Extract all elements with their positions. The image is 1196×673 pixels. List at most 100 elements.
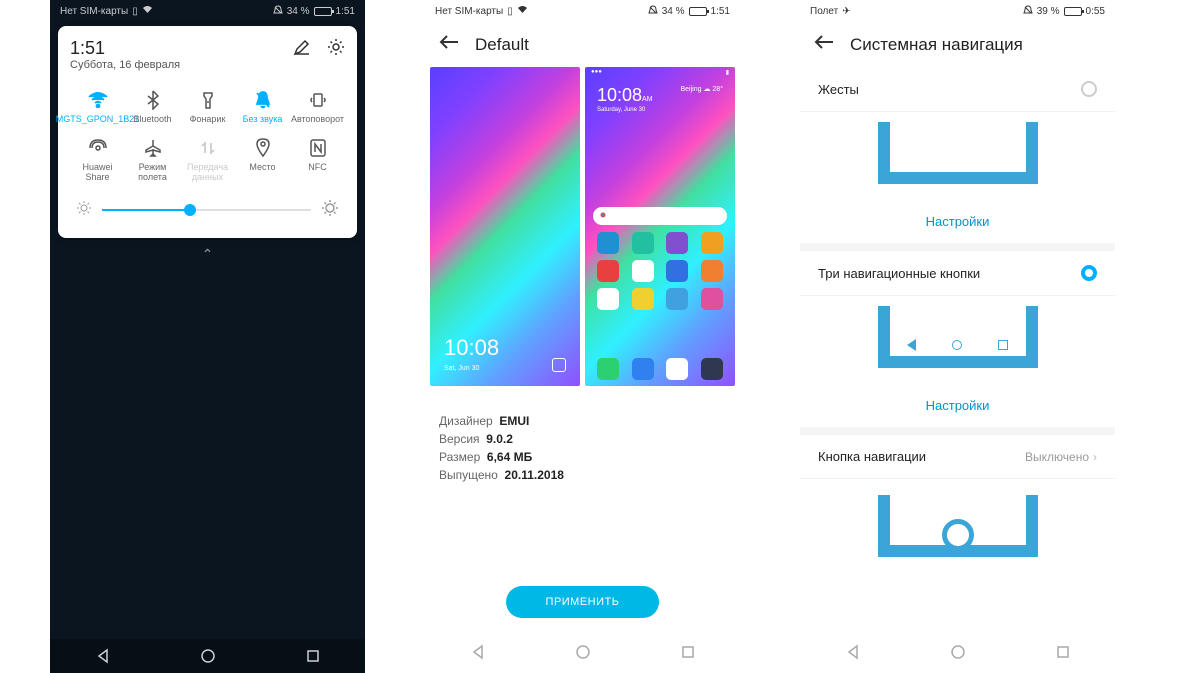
app-music[interactable]: Музыка (238, 436, 282, 493)
tile-label: Автоповорот (291, 115, 344, 125)
qs-time: 1:51 (70, 38, 180, 59)
status-bar: Нет SIM-карты▯ 34 %1:51 (425, 0, 740, 22)
status-time: 1:51 (336, 6, 355, 17)
back-button[interactable] (814, 34, 834, 55)
nav-recent-icon (998, 340, 1008, 350)
battery-pct: 34 % (287, 6, 310, 17)
location-icon (252, 137, 274, 159)
battery-icon (689, 7, 707, 16)
preview-lockscreen[interactable]: 10:08 Sat, Jun 30 (430, 67, 580, 386)
flashlight-icon (197, 89, 219, 111)
apply-button[interactable]: ПРИМЕНИТЬ (506, 586, 660, 618)
bluetooth-icon (142, 89, 164, 111)
app-phone-manager[interactable]: Диспетчер телефона (71, 436, 159, 493)
page-header: Системная навигация (800, 22, 1115, 67)
app-gallery[interactable]: Галерея (295, 505, 339, 562)
theme-info: Дизайнер EMUI Версия 9.0.2 Размер 6,64 М… (425, 386, 740, 510)
status-bar: Нет SIM-карты ▯ 34 % 1:51 (50, 0, 365, 22)
dock-camera[interactable] (295, 591, 339, 635)
dock-phone[interactable] (76, 591, 120, 635)
battery-icon (314, 7, 332, 16)
preview-homescreen[interactable]: ●●●▮ 10:08AM Saturday, June 30 Beijing ☁… (585, 67, 735, 386)
tile-bluetooth[interactable]: Bluetooth (125, 83, 180, 131)
back-button[interactable] (439, 34, 459, 55)
status-bar: Полет✈ 39 %0:55 (800, 0, 1115, 22)
tile-autorotate[interactable]: Автоповорот (290, 83, 345, 131)
lock-date: Sat, Jun 30 (444, 365, 479, 372)
nav-button-preview (878, 495, 1038, 575)
dock-messages[interactable] (149, 591, 193, 635)
tile-mute[interactable]: Без звука (235, 83, 290, 131)
nav-back[interactable] (470, 644, 486, 665)
phone-quick-settings: Нет SIM-карты ▯ 34 % 1:51 1:51 Суббота, … (50, 0, 365, 673)
option-nav-button[interactable]: Кнопка навигации Выключено› (800, 435, 1115, 479)
tile-data[interactable]: Передача данных (180, 131, 235, 189)
tile-label: NFC (308, 163, 327, 173)
tile-label: Передача данных (180, 163, 235, 183)
carrier-label: Полет (810, 6, 838, 17)
carrier-label: Нет SIM-карты (435, 6, 503, 17)
mute-icon (273, 5, 283, 18)
phone-system-navigation: Полет✈ 39 %0:55 Системная навигация Жест… (800, 0, 1115, 673)
edit-icon[interactable] (293, 38, 311, 61)
dock-browser[interactable]: Y (222, 591, 266, 635)
app-yandex[interactable]: ЯЯндекс (300, 436, 344, 493)
nav-back[interactable] (95, 648, 111, 669)
status-time: 1:51 (711, 6, 730, 17)
tile-label: Место (249, 163, 275, 173)
nav-recent[interactable] (1056, 645, 1070, 664)
app-themes[interactable]: Темы (177, 436, 221, 493)
nfc-icon (307, 137, 329, 159)
wifi-icon (142, 5, 153, 17)
quick-settings-panel: 1:51 Суббота, 16 февраля MGTS_GPON_1B21 … (58, 26, 357, 238)
gear-icon[interactable] (327, 38, 345, 61)
brightness-high-icon (321, 199, 339, 222)
tile-nfc[interactable]: NFC (290, 131, 345, 189)
nav-recent[interactable] (681, 645, 695, 664)
wifi-icon (517, 5, 528, 17)
option-three-buttons[interactable]: Три навигационные кнопки (800, 251, 1115, 296)
app-settings[interactable]: Настройки (224, 505, 268, 562)
search-bar (593, 207, 727, 225)
airplane-icon: ✈ (842, 6, 850, 17)
rotate-icon (307, 89, 329, 111)
tile-flashlight[interactable]: Фонарик (180, 83, 235, 131)
mute-icon (648, 5, 658, 18)
chevron-right-icon: › (1093, 450, 1097, 464)
tile-huawei-share[interactable]: Huawei Share (70, 131, 125, 189)
nav-bar (800, 635, 1115, 673)
tile-wifi[interactable]: MGTS_GPON_1B21 (70, 83, 125, 131)
expand-handle[interactable]: ⌃ (50, 242, 365, 263)
nav-bar (425, 635, 740, 673)
tile-label: Режим полета (125, 163, 180, 183)
tile-label: Bluetooth (133, 115, 171, 125)
theme-previews: 10:08 Sat, Jun 30 ●●●▮ 10:08AM Saturday,… (425, 67, 740, 386)
radio-unchecked[interactable] (1081, 81, 1097, 97)
nav-back[interactable] (845, 644, 861, 665)
nav-bar (50, 639, 365, 673)
three-button-preview (878, 306, 1038, 378)
app-play-store[interactable]: Play Маркет (147, 505, 197, 562)
nav-back-icon (907, 339, 916, 351)
nav-home[interactable] (950, 644, 966, 665)
gesture-preview (878, 122, 1038, 194)
brightness-slider[interactable] (70, 189, 345, 226)
data-icon (197, 137, 219, 159)
mute-icon (252, 89, 274, 111)
carrier-label: Нет SIM-карты (60, 6, 128, 17)
nav-home-icon (952, 340, 962, 350)
gestures-settings-link[interactable]: Настройки (800, 200, 1115, 243)
sim-icon: ▯ (507, 6, 513, 17)
qs-tiles: MGTS_GPON_1B21 Bluetooth Фонарик Без зву… (70, 83, 345, 189)
nav-home[interactable] (200, 648, 216, 669)
nav-home[interactable] (575, 644, 591, 665)
tile-airplane[interactable]: Режим полета (125, 131, 180, 189)
app-google-folder[interactable]: Google (76, 505, 120, 562)
tile-location[interactable]: Место (235, 131, 290, 189)
brightness-low-icon (76, 200, 92, 221)
nav-recent[interactable] (306, 649, 320, 668)
radio-selected[interactable] (1081, 265, 1097, 281)
option-gestures[interactable]: Жесты (800, 67, 1115, 112)
tile-label: Huawei Share (70, 163, 125, 183)
three-button-settings-link[interactable]: Настройки (800, 384, 1115, 427)
